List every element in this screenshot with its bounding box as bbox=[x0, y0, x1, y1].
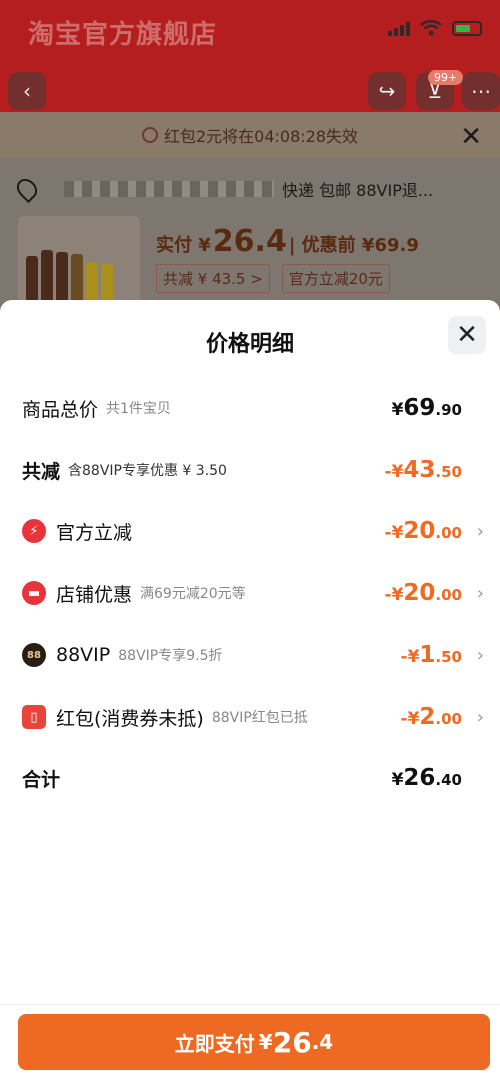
row-label: 共减 bbox=[22, 460, 61, 483]
row-amount: -¥ 20 .00 bbox=[385, 518, 462, 544]
amount-currency: ¥ bbox=[391, 770, 404, 790]
close-button[interactable]: ✕ bbox=[448, 316, 486, 354]
more-icon[interactable]: ⋯ bbox=[462, 72, 500, 110]
row-official-discount[interactable]: ⚡ 官方立减 -¥ 20 .00 › bbox=[22, 511, 484, 551]
amount-dec: .50 bbox=[435, 463, 462, 481]
row-shop-discount[interactable]: ▬ 店铺优惠 满69元减20元等 -¥ 20 .00 › bbox=[22, 573, 484, 613]
amount-int: 43 bbox=[403, 457, 436, 483]
row-amount: -¥ 43 .50 bbox=[385, 457, 462, 483]
pay-dec: .4 bbox=[311, 1030, 334, 1054]
chip-saved[interactable]: 共减 ¥ 43.5 > bbox=[156, 264, 270, 293]
status-bar bbox=[388, 20, 482, 36]
amount-currency: -¥ bbox=[400, 647, 420, 667]
row-amount: -¥ 20 .00 bbox=[385, 580, 462, 606]
pay-now-button[interactable]: 立即支付 ¥ 26 .4 bbox=[18, 1014, 490, 1070]
paid-value: 26.4 bbox=[212, 224, 287, 259]
row-label: 红包(消费券未抵) bbox=[56, 707, 204, 730]
row-label: 88VIP bbox=[56, 644, 111, 666]
row-sub: 满69元减20元等 bbox=[140, 586, 246, 602]
clock-icon bbox=[141, 127, 158, 143]
row-label: 合计 bbox=[22, 768, 61, 791]
modal-title: 价格明细 bbox=[205, 332, 294, 357]
row-amount: -¥ 1 .50 bbox=[401, 642, 462, 668]
amount-dec: .90 bbox=[435, 401, 462, 419]
red-packet-icon: ▯ bbox=[22, 705, 46, 729]
row-total-saved: 共减 含88VIP专享优惠 ¥ 3.50 -¥ 43 .50 bbox=[22, 450, 484, 490]
row-amount: -¥ 2 .00 bbox=[401, 704, 462, 730]
cart-badge: 99+ bbox=[428, 70, 464, 85]
before-discount: | 优惠前 ¥69.9 bbox=[288, 235, 419, 256]
row-label: 官方立减 bbox=[56, 521, 133, 544]
row-subtotal: 商品总价 共1件宝贝 ¥ 69 .90 bbox=[22, 388, 484, 428]
row-label: 商品总价 bbox=[22, 398, 99, 421]
amount-dec: .40 bbox=[435, 771, 462, 789]
vip-icon: 88 bbox=[22, 643, 46, 667]
store-name: 淘宝官方旗舰店 bbox=[28, 20, 218, 50]
price-summary: 实付 ¥ 26.4 | 优惠前 ¥69.9 bbox=[156, 224, 419, 259]
wifi-icon bbox=[420, 20, 442, 36]
store-header: 淘宝官方旗舰店 ‹ ↪ ⊻ 99+ ⋯ bbox=[0, 0, 500, 112]
amount-currency: -¥ bbox=[400, 709, 420, 729]
amount-currency: ¥ bbox=[391, 400, 404, 420]
amount-dec: .00 bbox=[435, 586, 462, 604]
amount-currency: -¥ bbox=[384, 523, 404, 543]
amount-dec: .00 bbox=[435, 524, 462, 542]
amount-currency: -¥ bbox=[384, 462, 404, 482]
row-sub: 88VIP专享9.5折 bbox=[118, 648, 223, 664]
row-88vip[interactable]: 88 88VIP 88VIP专享9.5折 -¥ 1 .50 › bbox=[22, 635, 484, 675]
back-icon[interactable]: ‹ bbox=[8, 72, 46, 110]
lightning-icon: ⚡ bbox=[22, 519, 46, 543]
chevron-right-icon: › bbox=[476, 582, 484, 604]
shop-icon: ▬ bbox=[22, 581, 46, 605]
chevron-right-icon: › bbox=[476, 644, 484, 666]
row-red-packet[interactable]: ▯ 红包(消费券未抵) 88VIP红包已抵 -¥ 2 .00 › bbox=[22, 697, 484, 737]
row-sub: 共1件宝贝 bbox=[106, 401, 171, 417]
expiry-banner: 红包2元将在04:08:28失效 bbox=[0, 112, 500, 158]
pay-currency: ¥ bbox=[258, 1030, 273, 1054]
bottom-divider bbox=[0, 1004, 500, 1005]
product-thumbnail bbox=[18, 216, 140, 312]
price-detail-modal: 价格明细 ✕ 商品总价 共1件宝贝 ¥ 69 .90 共减 含88VIP专享优惠… bbox=[0, 300, 500, 1078]
order-sheet-background: 红包2元将在04:08:28失效 ✕ 快递 包邮 88VIP退... 实付 ¥ … bbox=[0, 112, 500, 312]
sheet-close-icon[interactable]: ✕ bbox=[460, 122, 482, 152]
delivery-info: 快递 包邮 88VIP退... bbox=[282, 181, 434, 200]
close-icon: ✕ bbox=[456, 320, 478, 350]
row-amount: ¥ 69 .90 bbox=[392, 395, 462, 421]
pay-label: 立即支付 bbox=[174, 1031, 255, 1056]
row-sub: 含88VIP专享优惠 ¥ 3.50 bbox=[68, 463, 227, 479]
chip-official: 官方立减20元 bbox=[281, 264, 390, 293]
signal-icon bbox=[388, 20, 410, 36]
amount-int: 1 bbox=[419, 642, 436, 668]
amount-currency: -¥ bbox=[384, 585, 404, 605]
amount-dec: .50 bbox=[435, 648, 462, 666]
paid-label: 实付 ¥ bbox=[156, 235, 211, 256]
amount-dec: .00 bbox=[435, 710, 462, 728]
row-grand-total: 合计 ¥ 26 .40 bbox=[22, 758, 484, 798]
battery-icon bbox=[452, 20, 482, 36]
share-icon[interactable]: ↪ bbox=[368, 72, 406, 110]
amount-int: 26 bbox=[403, 765, 436, 791]
location-icon bbox=[12, 174, 42, 204]
row-label: 店铺优惠 bbox=[56, 583, 133, 606]
amount-int: 69 bbox=[403, 395, 436, 421]
pay-int: 26 bbox=[272, 1025, 312, 1059]
amount-int: 2 bbox=[419, 704, 436, 730]
chevron-right-icon: › bbox=[476, 706, 484, 728]
row-sub: 88VIP红包已抵 bbox=[211, 710, 308, 726]
blurred-address bbox=[64, 181, 274, 197]
discount-chips: 共减 ¥ 43.5 > 官方立减20元 bbox=[156, 264, 390, 293]
row-amount: ¥ 26 .40 bbox=[392, 765, 462, 791]
amount-int: 20 bbox=[403, 518, 436, 544]
chevron-right-icon: › bbox=[476, 520, 484, 542]
address-row[interactable]: 快递 包邮 88VIP退... bbox=[12, 174, 488, 204]
banner-text: 红包2元将在04:08:28失效 bbox=[163, 127, 359, 146]
amount-int: 20 bbox=[403, 580, 436, 606]
